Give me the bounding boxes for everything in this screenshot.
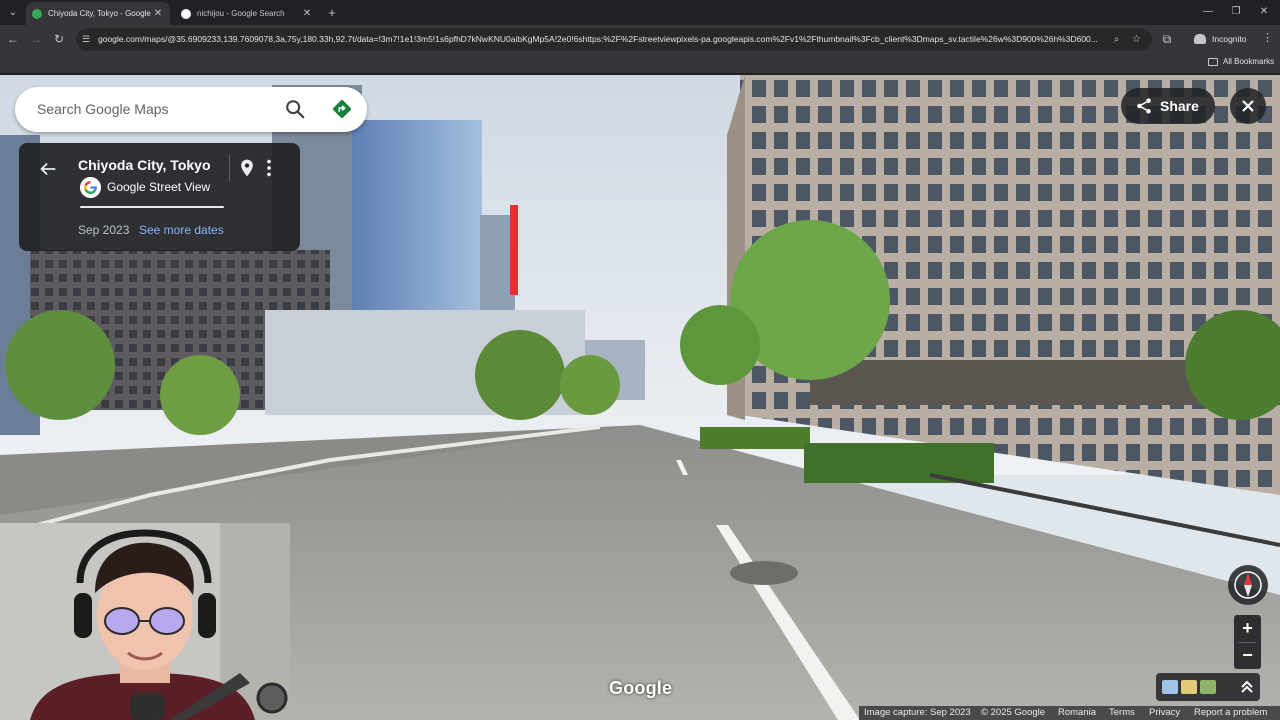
webcam-person-image bbox=[0, 523, 290, 720]
minimize-icon[interactable]: — bbox=[1198, 3, 1218, 21]
all-bookmarks-label: All Bookmarks bbox=[1223, 57, 1275, 66]
privacy-link[interactable]: Privacy bbox=[1149, 707, 1180, 718]
close-icon bbox=[1242, 100, 1254, 112]
tab-title: nichijou - Google Search bbox=[197, 9, 285, 18]
terms-link[interactable]: Terms bbox=[1109, 707, 1135, 718]
google-g-icon bbox=[80, 177, 101, 198]
forward-icon[interactable]: → bbox=[27, 31, 45, 48]
back-arrow-icon[interactable] bbox=[37, 158, 59, 180]
thumbnail-sky[interactable] bbox=[1162, 680, 1178, 694]
report-problem-link[interactable]: Report a problem bbox=[1194, 707, 1267, 718]
see-more-dates-link[interactable]: See more dates bbox=[139, 223, 224, 237]
incognito-icon bbox=[1194, 34, 1206, 44]
location-pin-icon[interactable] bbox=[237, 157, 257, 179]
close-tab-icon[interactable]: ✕ bbox=[152, 8, 164, 19]
place-title: Chiyoda City, Tokyo bbox=[78, 157, 211, 173]
maps-pin-icon bbox=[32, 8, 42, 19]
reload-icon[interactable]: ↻ bbox=[50, 31, 68, 48]
all-bookmarks-button[interactable]: All Bookmarks bbox=[1208, 57, 1274, 66]
capture-date: Sep 2023 bbox=[78, 223, 130, 237]
street-view-panorama[interactable]: Search Google Maps Chiyoda City, Tokyo G… bbox=[0, 75, 1280, 720]
incognito-label: Incognito bbox=[1212, 34, 1247, 44]
share-button[interactable]: Share bbox=[1121, 88, 1215, 124]
folder-icon bbox=[1208, 57, 1218, 66]
card-divider bbox=[229, 155, 230, 181]
region-link[interactable]: Romania bbox=[1058, 707, 1096, 718]
search-input[interactable]: Search Google Maps bbox=[37, 101, 169, 117]
webcam-overlay bbox=[0, 523, 290, 720]
tab-google-maps[interactable]: Chiyoda City, Tokyo - Google Maps ✕ bbox=[26, 2, 170, 25]
copyright-text: © 2025 Google bbox=[981, 707, 1046, 718]
thumbnail-park[interactable] bbox=[1200, 680, 1216, 694]
zoom-control: + − bbox=[1234, 615, 1261, 669]
search-box[interactable]: Search Google Maps bbox=[15, 87, 367, 132]
zoom-page-icon[interactable]: ⌕ bbox=[1110, 33, 1123, 46]
url-text[interactable]: google.com/maps/@35.6909233,139.7609078,… bbox=[98, 34, 1104, 44]
google-watermark: Google bbox=[609, 678, 673, 698]
thumbnail-street[interactable] bbox=[1181, 680, 1197, 694]
attribution-bar: Image capture: Sep 2023 © 2025 Google Ro… bbox=[859, 706, 1280, 720]
tab-search-icon[interactable]: ⌄ bbox=[4, 4, 22, 21]
back-icon[interactable]: ← bbox=[4, 31, 22, 48]
close-street-view-button[interactable] bbox=[1230, 88, 1266, 124]
address-bar[interactable]: ☰ google.com/maps/@35.6909233,139.760907… bbox=[76, 28, 1152, 51]
browser-toolbar: ← → ↻ ☰ google.com/maps/@35.6909233,139.… bbox=[0, 25, 1280, 54]
share-label: Share bbox=[1160, 98, 1199, 114]
google-icon bbox=[181, 8, 191, 19]
bookmark-star-icon[interactable]: ☆ bbox=[1130, 33, 1143, 46]
search-icon[interactable] bbox=[284, 98, 306, 120]
more-options-icon[interactable] bbox=[262, 157, 276, 179]
zoom-out-button[interactable]: − bbox=[1234, 642, 1261, 669]
zoom-in-button[interactable]: + bbox=[1234, 615, 1261, 642]
browser-tab-bar: ⌄ Chiyoda City, Tokyo - Google Maps ✕ ni… bbox=[0, 0, 1280, 25]
compass-icon bbox=[1234, 571, 1262, 599]
photo-thumbnails[interactable] bbox=[1156, 673, 1260, 701]
expand-up-icon[interactable] bbox=[1239, 678, 1255, 696]
window-close-icon[interactable]: ✕ bbox=[1254, 3, 1274, 21]
browser-menu-icon[interactable]: ⋮ bbox=[1262, 31, 1273, 44]
street-view-info-card: Chiyoda City, Tokyo Google Street View S… bbox=[19, 143, 300, 251]
tab-title: Chiyoda City, Tokyo - Google Maps bbox=[48, 9, 152, 18]
tab-google-search[interactable]: nichijou - Google Search ✕ bbox=[175, 2, 319, 25]
incognito-profile[interactable]: Incognito bbox=[1194, 29, 1247, 49]
directions-icon[interactable] bbox=[331, 98, 353, 120]
new-tab-icon[interactable]: + bbox=[324, 4, 340, 21]
source-underline bbox=[80, 206, 224, 208]
share-icon bbox=[1137, 98, 1151, 114]
bookmarks-bar: All Bookmarks bbox=[0, 54, 1280, 74]
close-tab-icon[interactable]: ✕ bbox=[301, 8, 313, 19]
restore-icon[interactable]: ❐ bbox=[1226, 3, 1246, 21]
source-label: Google Street View bbox=[107, 180, 211, 194]
site-info-icon[interactable]: ☰ bbox=[82, 34, 93, 45]
compass-control[interactable] bbox=[1228, 565, 1268, 605]
image-capture-text: Image capture: Sep 2023 bbox=[864, 707, 971, 718]
extensions-icon[interactable]: ⧉ bbox=[1158, 31, 1176, 48]
